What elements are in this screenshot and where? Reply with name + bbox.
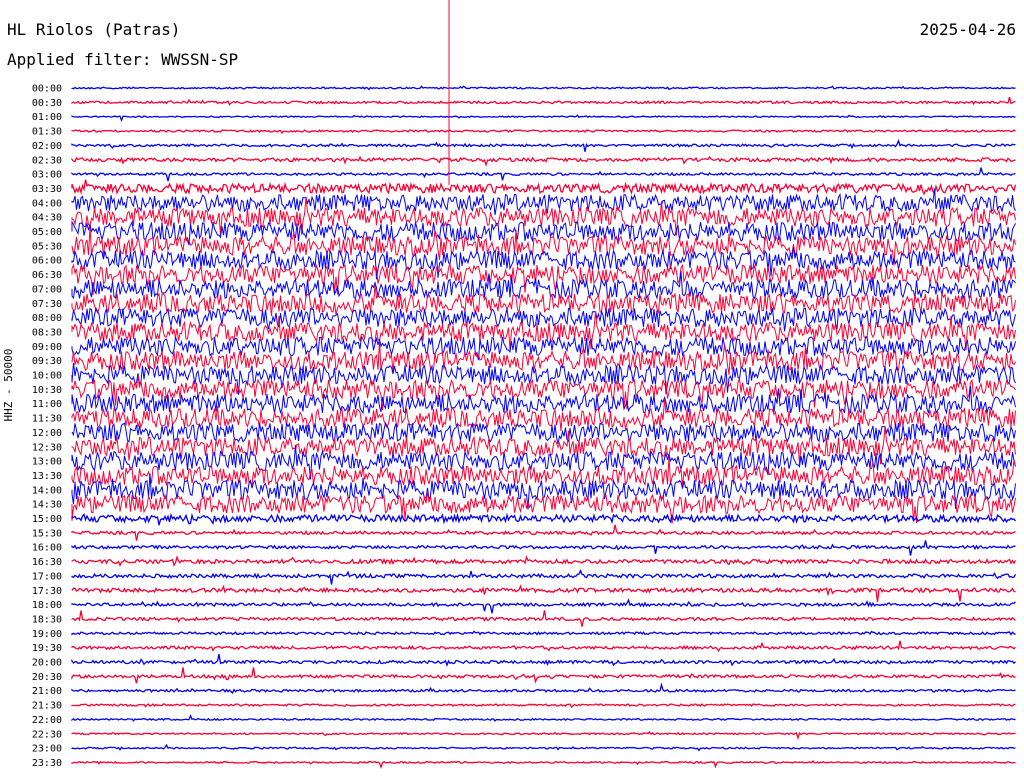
time-tick-label: 04:30 <box>32 213 62 224</box>
trace-line <box>71 743 1016 752</box>
trace-line <box>71 128 1016 135</box>
time-tick-label: 17:00 <box>32 571 62 582</box>
time-tick-label: 16:00 <box>32 543 62 554</box>
time-tick-label: 17:30 <box>32 586 62 597</box>
time-tick-label: 04:00 <box>32 198 62 209</box>
time-tick-label: 15:00 <box>32 514 62 525</box>
time-tick-label: 05:30 <box>32 241 62 252</box>
time-tick-label: 23:30 <box>32 758 62 769</box>
time-tick-label: 22:00 <box>32 715 62 726</box>
trace-line <box>71 555 1017 567</box>
time-tick-label: 21:30 <box>32 701 62 712</box>
trace-line <box>71 85 1016 91</box>
time-tick-label: 02:00 <box>32 141 62 152</box>
trace-line <box>71 540 1016 556</box>
time-tick-label: 10:00 <box>32 371 62 382</box>
trace-line <box>71 139 1016 152</box>
time-tick-label: 11:00 <box>32 399 62 410</box>
time-tick-label: 02:30 <box>32 155 62 166</box>
time-tick-label: 19:00 <box>32 629 62 640</box>
trace-line <box>71 584 1016 603</box>
trace-line <box>71 667 1016 684</box>
time-tick-label: 06:30 <box>32 270 62 281</box>
time-tick-label: 03:30 <box>32 184 62 195</box>
trace-line <box>71 630 1016 636</box>
time-tick-label: 18:30 <box>32 614 62 625</box>
trace-line <box>71 682 1016 695</box>
trace-line <box>71 653 1016 668</box>
trace-line <box>71 730 1016 741</box>
trace-line <box>71 524 1016 541</box>
time-tick-label: 08:00 <box>32 313 62 324</box>
time-tick-label: 09:00 <box>32 342 62 353</box>
trace-line <box>71 306 1016 332</box>
time-tick-label: 20:30 <box>32 672 62 683</box>
time-tick-label: 20:00 <box>32 658 62 669</box>
time-tick-label: 07:00 <box>32 284 62 295</box>
time-tick-label: 01:00 <box>32 112 62 123</box>
trace-line <box>71 96 1016 106</box>
time-tick-label: 14:30 <box>32 500 62 511</box>
seismogram-plot: 00:00 00:30 01:00 01:30 02:00 02:30 03:00 03:30… <box>32 0 1017 770</box>
time-tick-label: 03:00 <box>32 170 62 181</box>
trace-line <box>71 569 1017 585</box>
time-tick-label: 06:00 <box>32 256 62 267</box>
trace-line <box>71 610 1016 627</box>
time-tick-label: 00:30 <box>32 98 62 109</box>
time-tick-label: 15:30 <box>32 528 62 539</box>
trace-line <box>71 760 1016 770</box>
time-tick-label: 05:00 <box>32 227 62 238</box>
trace-line <box>71 421 1016 445</box>
time-tick-label: 00:00 <box>32 84 62 95</box>
time-tick-label: 13:00 <box>32 457 62 468</box>
time-tick-label: 01:30 <box>32 127 62 138</box>
time-tick-label: 16:30 <box>32 557 62 568</box>
time-tick-label: 18:00 <box>32 600 62 611</box>
trace-line <box>71 640 1016 653</box>
time-tick-label: 14:00 <box>32 485 62 496</box>
trace-line <box>71 167 1016 182</box>
time-tick-label: 21:00 <box>32 686 62 697</box>
time-tick-label: 12:00 <box>32 428 62 439</box>
time-tick-label: 09:30 <box>32 356 62 367</box>
time-tick-label: 23:00 <box>32 744 62 755</box>
trace-line <box>71 179 1017 196</box>
time-tick-label: 10:30 <box>32 385 62 396</box>
time-tick-label: 07:30 <box>32 299 62 310</box>
trace-line <box>71 713 1016 722</box>
time-tick-label: 12:30 <box>32 442 62 453</box>
time-tick-label: 11:30 <box>32 414 62 425</box>
trace-line <box>71 512 1017 526</box>
trace-line <box>71 703 1016 709</box>
time-tick-label: 13:30 <box>32 471 62 482</box>
time-tick-label: 08:30 <box>32 327 62 338</box>
trace-line <box>71 155 1016 168</box>
time-tick-label: 19:30 <box>32 643 62 654</box>
time-tick-label: 22:30 <box>32 729 62 740</box>
trace-line <box>71 114 1016 123</box>
